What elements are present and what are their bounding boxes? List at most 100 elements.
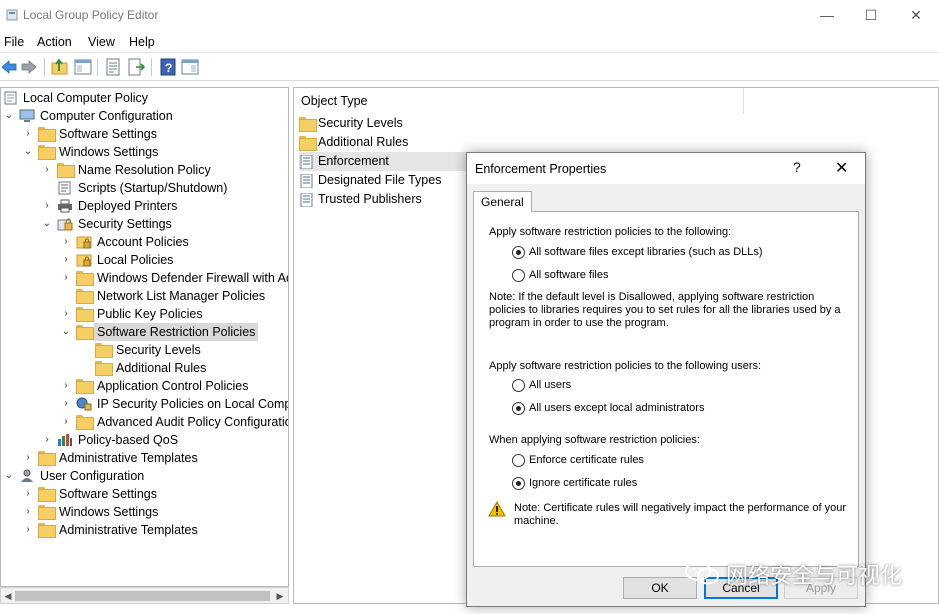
enforcement-properties-dialog: Enforcement Properties ? ✕ General Apply… bbox=[466, 152, 866, 607]
expanded-arrow-icon[interactable]: ⌄ bbox=[3, 107, 15, 125]
tab-general[interactable]: General bbox=[473, 191, 532, 212]
column-object-type[interactable]: Object Type bbox=[301, 94, 367, 108]
toolbar: ? bbox=[0, 54, 939, 81]
folder-icon bbox=[95, 361, 113, 376]
folder-icon bbox=[76, 307, 94, 322]
radio-selected-indicator[interactable] bbox=[512, 402, 525, 415]
folder-icon bbox=[38, 487, 56, 502]
menu-help[interactable]: Help bbox=[129, 35, 155, 49]
folder-icon bbox=[76, 289, 94, 304]
wechat-logo-icon bbox=[685, 561, 719, 585]
collapsed-arrow-icon[interactable]: › bbox=[41, 197, 53, 215]
collapsed-arrow-icon[interactable]: › bbox=[22, 485, 34, 503]
collapsed-arrow-icon[interactable]: › bbox=[60, 251, 72, 269]
expanded-arrow-icon[interactable]: ⌄ bbox=[60, 323, 72, 341]
policy-doc-icon bbox=[300, 174, 313, 188]
collapsed-arrow-icon[interactable]: › bbox=[60, 377, 72, 395]
security-icon bbox=[57, 218, 73, 231]
collapsed-arrow-icon[interactable]: › bbox=[60, 395, 72, 413]
collapsed-arrow-icon[interactable]: › bbox=[60, 413, 72, 431]
section-apply-to-users: Apply software restriction policies to t… bbox=[489, 360, 762, 372]
collapsed-arrow-icon[interactable]: › bbox=[41, 161, 53, 179]
computer-icon bbox=[19, 109, 35, 122]
folder-icon bbox=[76, 325, 94, 340]
expanded-arrow-icon[interactable]: ⌄ bbox=[22, 143, 34, 161]
folder-icon bbox=[76, 379, 94, 394]
folder-icon bbox=[38, 127, 56, 142]
radio-selected-indicator[interactable] bbox=[512, 246, 525, 259]
folder-icon bbox=[38, 505, 56, 520]
policy-doc-icon bbox=[300, 193, 313, 207]
menu-view[interactable]: View bbox=[88, 35, 115, 49]
dialog-close-button[interactable]: ✕ bbox=[835, 158, 848, 178]
libraries-note: Note: If the default level is Disallowed… bbox=[489, 291, 841, 329]
column-header[interactable]: Object Type bbox=[294, 88, 744, 114]
collapsed-arrow-icon[interactable]: › bbox=[22, 449, 34, 467]
collapsed-arrow-icon[interactable]: › bbox=[60, 233, 72, 251]
dialog-title-bar: Enforcement Properties ? ✕ bbox=[467, 153, 865, 184]
collapsed-arrow-icon[interactable]: › bbox=[22, 521, 34, 539]
folder-icon bbox=[38, 145, 56, 160]
certificate-note: Note: Certificate rules will negatively … bbox=[514, 502, 846, 527]
dialog-title: Enforcement Properties bbox=[475, 162, 607, 176]
radio-indicator[interactable] bbox=[512, 379, 525, 392]
user-icon bbox=[21, 469, 33, 482]
menu-file[interactable]: File bbox=[4, 35, 24, 49]
policy-doc-icon bbox=[300, 155, 313, 169]
tab-strip: General bbox=[473, 191, 857, 212]
folder-icon bbox=[299, 136, 317, 151]
policy-icon bbox=[4, 91, 17, 105]
show-action-pane-icon[interactable] bbox=[181, 58, 199, 76]
help-icon[interactable]: ? bbox=[159, 58, 177, 76]
folder-icon bbox=[38, 523, 56, 538]
collapsed-arrow-icon[interactable]: › bbox=[60, 305, 72, 323]
dialog-help-button[interactable]: ? bbox=[793, 159, 801, 175]
maximize-button[interactable]: ☐ bbox=[848, 0, 894, 31]
back-icon[interactable] bbox=[0, 58, 18, 76]
close-button[interactable]: ✕ bbox=[893, 0, 939, 31]
scroll-thumb[interactable] bbox=[15, 591, 270, 601]
up-folder-icon[interactable] bbox=[51, 58, 69, 76]
warning-icon bbox=[488, 501, 506, 517]
folder-icon bbox=[95, 343, 113, 358]
collapsed-arrow-icon[interactable]: › bbox=[60, 269, 72, 287]
radio-indicator[interactable] bbox=[512, 269, 525, 282]
locked-folder-icon bbox=[76, 254, 92, 267]
forward-icon[interactable] bbox=[20, 58, 38, 76]
radio-selected-indicator[interactable] bbox=[512, 477, 525, 490]
expanded-arrow-icon[interactable]: ⌄ bbox=[41, 215, 53, 233]
menu-action[interactable]: Action bbox=[37, 35, 72, 49]
folder-icon bbox=[57, 163, 75, 178]
locked-folder-icon bbox=[76, 236, 92, 249]
console-tree[interactable]: Local Computer Policy ⌄ Computer Configu… bbox=[0, 87, 289, 587]
expanded-arrow-icon[interactable]: ⌄ bbox=[3, 467, 15, 485]
general-tab-panel: Apply software restriction policies to t… bbox=[473, 211, 859, 567]
collapsed-arrow-icon[interactable]: › bbox=[41, 431, 53, 449]
collapsed-arrow-icon[interactable]: › bbox=[22, 503, 34, 521]
properties-icon[interactable] bbox=[104, 58, 122, 76]
svg-text:?: ? bbox=[165, 61, 172, 75]
folder-icon bbox=[299, 117, 317, 132]
window-title: Local Group Policy Editor bbox=[23, 8, 159, 22]
collapsed-arrow-icon[interactable]: › bbox=[22, 125, 34, 143]
watermark-text: 网络安全与可视化 bbox=[726, 564, 903, 589]
folder-icon bbox=[38, 451, 56, 466]
export-list-icon[interactable] bbox=[127, 58, 145, 76]
scroll-left-icon[interactable]: ◀ bbox=[2, 589, 14, 603]
scroll-right-icon[interactable]: ▶ bbox=[274, 589, 286, 603]
folder-icon bbox=[76, 415, 94, 430]
section-certificate-rules: When applying software restriction polic… bbox=[489, 434, 700, 446]
radio-indicator[interactable] bbox=[512, 454, 525, 467]
show-hide-tree-icon[interactable] bbox=[74, 58, 92, 76]
app-icon bbox=[6, 9, 18, 21]
printer-icon bbox=[58, 199, 72, 213]
list-item-enforcement[interactable]: Enforcement bbox=[299, 152, 469, 171]
horizontal-scrollbar[interactable]: ◀ ▶ bbox=[0, 587, 289, 604]
ipsec-icon bbox=[76, 397, 92, 411]
folder-icon bbox=[76, 271, 94, 286]
minimize-button[interactable]: — bbox=[804, 0, 850, 31]
chart-icon bbox=[58, 434, 72, 446]
menu-bar: File Action View Help bbox=[0, 31, 939, 53]
title-bar: Local Group Policy Editor — ☐ ✕ bbox=[0, 0, 939, 31]
section-apply-to-files: Apply software restriction policies to t… bbox=[489, 226, 732, 238]
